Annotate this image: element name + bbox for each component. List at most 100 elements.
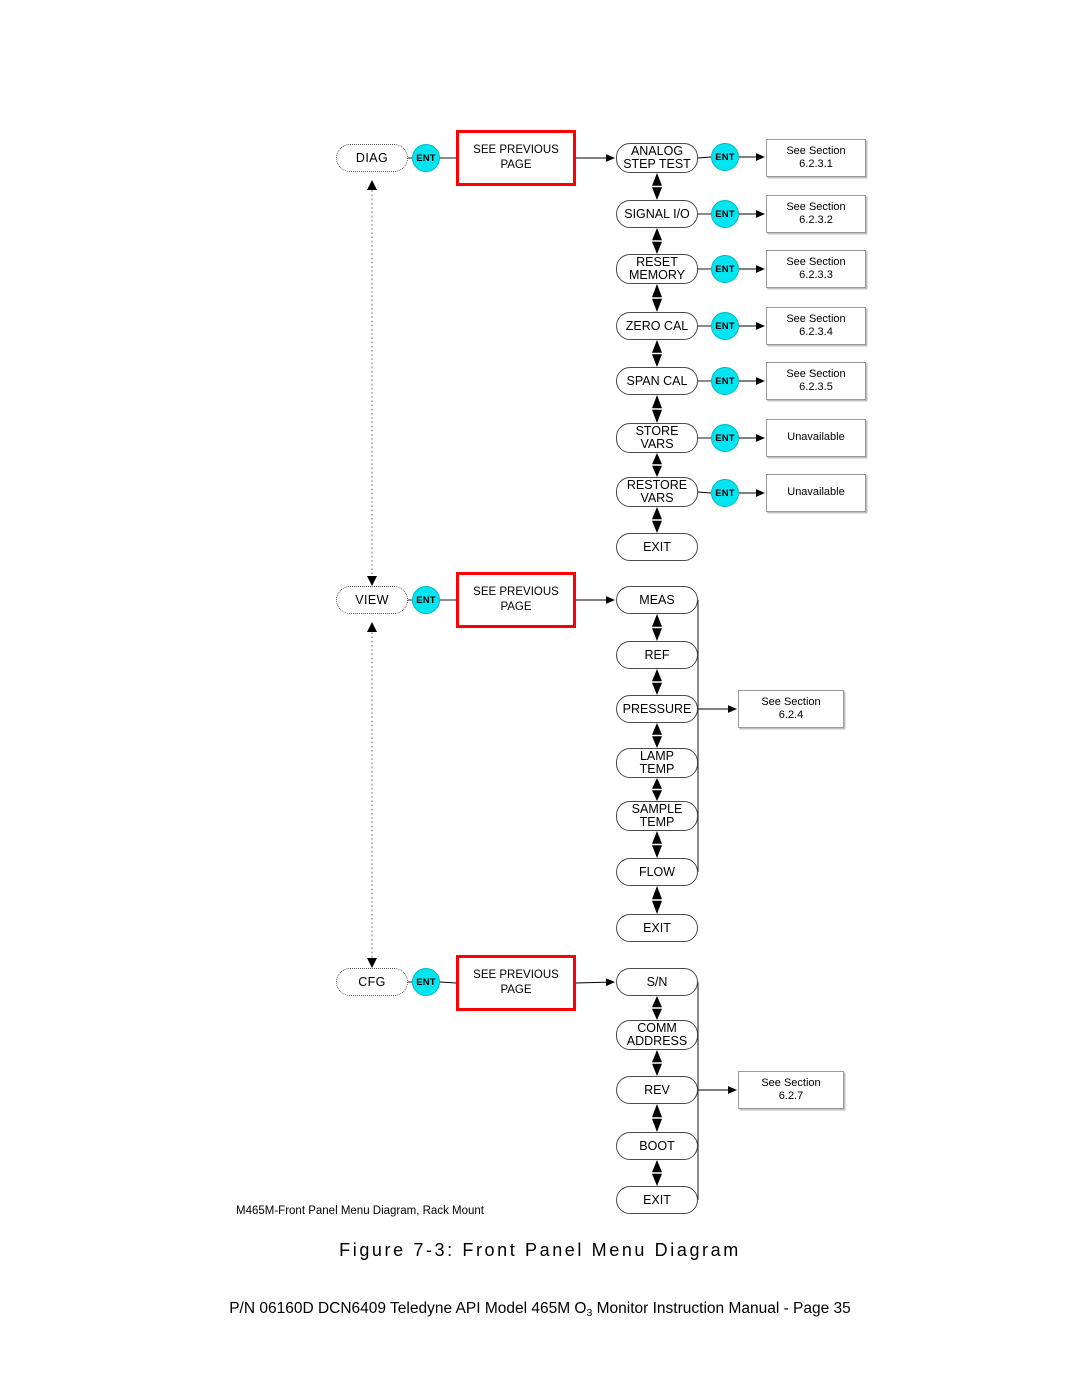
reference-box-line2: 6.2.7 [778,1090,804,1102]
reference-box-6-2-3-2: See Section 6.2.3.2 [766,195,866,233]
reference-box-store-vars-unavailable: Unavailable [766,419,866,457]
reference-box-6-2-3-3: See Section 6.2.3.3 [766,250,866,288]
menu-item-boot[interactable]: BOOT [616,1132,698,1160]
see-previous-page-line2: PAGE [500,984,532,996]
reference-box-6-2-4: See Section 6.2.4 [738,690,844,728]
ent-button-zero-cal[interactable]: ENT [711,312,739,340]
reference-box-restore-vars-unavailable: Unavailable [766,474,866,512]
see-previous-page-box-cfg: SEE PREVIOUS PAGE [456,955,576,1011]
reference-box-line1: See Section [786,255,846,268]
menu-item-label-line1: BOOT [639,1138,675,1153]
ent-label: ENT [715,487,735,499]
menu-item-label-line2: VARS [640,491,674,505]
ent-button-store-vars[interactable]: ENT [711,424,739,452]
ent-label: ENT [715,375,735,387]
ent-button-signal-io[interactable]: ENT [711,200,739,228]
reference-box-line2: 6.2.3.4 [799,326,833,338]
root-node-view[interactable]: VIEW [336,586,408,614]
see-previous-page-line1: SEE PREVIOUS [473,586,559,598]
menu-item-label-line2: MEMORY [628,268,686,282]
root-node-label: VIEW [355,593,389,607]
ent-button-diag[interactable]: ENT [412,144,440,172]
menu-item-label-line2: TEMP [639,815,675,829]
reference-box-6-2-3-5: See Section 6.2.3.5 [766,362,866,400]
menu-item-label-line1: SPAN CAL [626,373,688,388]
menu-item-label-line1: REF [644,647,670,662]
see-previous-page-line2: PAGE [500,159,532,171]
root-node-cfg[interactable]: CFG [336,968,408,996]
reference-box-6-2-3-4: See Section 6.2.3.4 [766,307,866,345]
menu-item-label-line1: SIGNAL I/O [624,206,690,221]
menu-item-lamp-temp[interactable]: LAMP TEMP [616,748,698,778]
menu-item-restore-vars[interactable]: RESTORE VARS [616,477,698,507]
menu-item-signal-io[interactable]: SIGNAL I/O [616,200,698,228]
figure-page: DIAG ENT SEE PREVIOUS PAGE ANALOG STEP T… [0,0,1080,1397]
menu-item-sample-temp[interactable]: SAMPLE TEMP [616,801,698,831]
reference-box-line1: Unavailable [787,431,845,444]
ent-button-reset-memory[interactable]: ENT [711,255,739,283]
reference-box-line2: 6.2.4 [778,709,804,721]
menu-item-comm-address[interactable]: COMM ADDRESS [616,1020,698,1050]
reference-box-line1: See Section [786,200,846,213]
reference-box-line1: See Section [761,695,821,708]
root-node-label: DIAG [355,151,389,165]
menu-item-ref[interactable]: REF [616,641,698,669]
ent-label: ENT [416,594,436,606]
reference-box-6-2-3-1: See Section 6.2.3.1 [766,139,866,177]
ent-label: ENT [416,152,436,164]
ent-button-span-cal[interactable]: ENT [711,367,739,395]
page-footer-suffix: Monitor Instruction Manual - Page 35 [592,1300,851,1317]
reference-box-line2: 6.2.3.3 [799,269,833,281]
figure-note: M465M-Front Panel Menu Diagram, Rack Mou… [236,1205,484,1217]
menu-item-span-cal[interactable]: SPAN CAL [616,367,698,395]
menu-item-label-line1: EXIT [643,1192,671,1207]
see-previous-page-line1: SEE PREVIOUS [473,144,559,156]
reference-box-line1: See Section [786,367,846,380]
see-previous-page-line1: SEE PREVIOUS [473,969,559,981]
ent-button-restore-vars[interactable]: ENT [711,479,739,507]
reference-box-line2: 6.2.3.1 [799,158,833,170]
menu-item-label-line2: ADDRESS [626,1034,688,1048]
menu-item-zero-cal[interactable]: ZERO CAL [616,312,698,340]
menu-item-exit-view[interactable]: EXIT [616,914,698,942]
ent-button-analog-step-test[interactable]: ENT [711,143,739,171]
menu-item-exit-cfg[interactable]: EXIT [616,1186,698,1214]
see-previous-page-box-diag: SEE PREVIOUS PAGE [456,130,576,186]
figure-caption: Figure 7-3: Front Panel Menu Diagram [339,1240,741,1260]
page-footer: P/N 06160D DCN6409 Teledyne API Model 46… [0,1300,1080,1319]
menu-item-label-line1: PRESSURE [622,701,692,716]
menu-item-label-line1: S/N [646,974,668,989]
reference-box-line1: See Section [786,312,846,325]
root-node-label: CFG [358,975,386,989]
reference-box-line2: 6.2.3.2 [799,214,833,226]
reference-box-6-2-7: See Section 6.2.7 [738,1071,844,1109]
menu-item-pressure[interactable]: PRESSURE [616,695,698,723]
reference-box-line1: Unavailable [787,486,845,499]
menu-item-exit-diag[interactable]: EXIT [616,533,698,561]
reference-box-line1: See Section [786,144,846,157]
see-previous-page-line2: PAGE [500,601,532,613]
menu-item-reset-memory[interactable]: RESET MEMORY [616,254,698,284]
menu-item-label-line1: MEAS [639,592,675,607]
menu-item-label-line1: ZERO CAL [625,318,689,333]
menu-item-meas[interactable]: MEAS [616,586,698,614]
menu-item-store-vars[interactable]: STORE VARS [616,423,698,453]
menu-item-label-line1: FLOW [638,864,676,879]
ent-label: ENT [715,263,735,275]
ent-label: ENT [416,976,436,988]
page-footer-subscript: 3 [586,1307,593,1319]
menu-item-flow[interactable]: FLOW [616,858,698,886]
root-node-diag[interactable]: DIAG [336,144,408,172]
ent-button-cfg[interactable]: ENT [412,968,440,996]
menu-item-rev[interactable]: REV [616,1076,698,1104]
menu-item-sn[interactable]: S/N [616,968,698,996]
ent-label: ENT [715,151,735,163]
menu-item-label-line2: STEP TEST [623,157,691,171]
reference-box-line2: 6.2.3.5 [799,381,833,393]
ent-label: ENT [715,320,735,332]
menu-item-analog-step-test[interactable]: ANALOG STEP TEST [616,143,698,173]
ent-label: ENT [715,432,735,444]
ent-button-view[interactable]: ENT [412,586,440,614]
menu-item-label-line1: EXIT [643,920,671,935]
see-previous-page-box-view: SEE PREVIOUS PAGE [456,572,576,628]
